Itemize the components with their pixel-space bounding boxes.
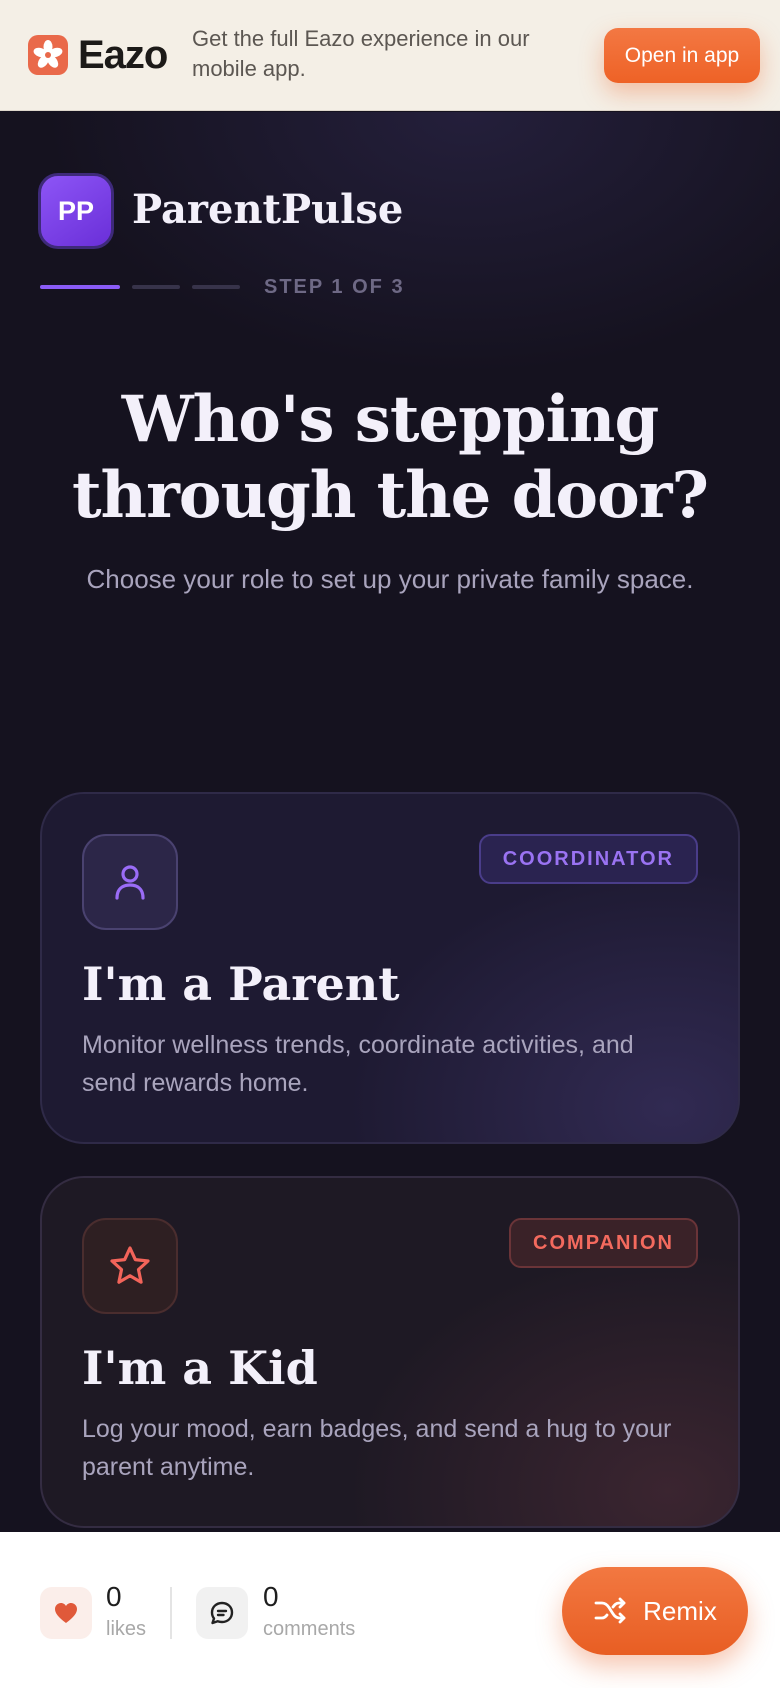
- app-logo-badge: PP: [38, 173, 114, 249]
- remix-button[interactable]: Remix: [562, 1567, 748, 1655]
- comments-label: comments: [263, 1618, 356, 1640]
- remix-label: Remix: [643, 1595, 717, 1626]
- comments-count: 0: [263, 1581, 279, 1612]
- user-icon: [82, 834, 178, 930]
- role-description: Log your mood, earn badges, and send a h…: [82, 1415, 672, 1481]
- role-tag: COORDINATOR: [478, 834, 698, 884]
- open-in-app-button[interactable]: Open in app: [604, 28, 760, 83]
- step-label: STEP 1 OF 3: [264, 276, 405, 298]
- role-card-kid[interactable]: COMPANION I'm a Kid Log your mood, earn …: [40, 1176, 740, 1528]
- star-icon: [82, 1218, 178, 1314]
- onboarding-screen: PP ParentPulse STEP 1 OF 3 Who's steppin…: [0, 112, 780, 1532]
- role-tag: COMPANION: [509, 1218, 698, 1268]
- shuffle-icon: [594, 1597, 626, 1624]
- page-title: Who's stepping through the door?: [71, 382, 709, 533]
- role-title: I'm a Parent: [82, 957, 400, 1011]
- eazo-wordmark: Eazo: [78, 33, 168, 77]
- page-subtitle: Choose your role to set up your private …: [86, 564, 694, 594]
- banner-message: Get the full Eazo experience in our mobi…: [192, 26, 530, 81]
- comment-icon[interactable]: [196, 1587, 248, 1639]
- app-promo-banner: Eazo Get the full Eazo experience in our…: [0, 0, 780, 111]
- engagement-bar: 0 likes 0 comments Remix: [0, 1532, 780, 1688]
- likes-label: likes: [106, 1618, 147, 1640]
- role-description: Monitor wellness trends, coordinate acti…: [82, 1031, 634, 1097]
- step-indicator-3: [192, 285, 240, 289]
- heart-icon[interactable]: [40, 1587, 92, 1639]
- role-card-parent[interactable]: COORDINATOR I'm a Parent Monitor wellnes…: [40, 792, 740, 1144]
- likes-count: 0: [106, 1581, 122, 1612]
- divider: [170, 1587, 172, 1639]
- step-indicator-2: [132, 285, 180, 289]
- step-indicator-1-active: [40, 285, 120, 289]
- eazo-asterisk-icon: [28, 35, 68, 75]
- app-name: ParentPulse: [132, 186, 404, 233]
- role-title: I'm a Kid: [82, 1341, 318, 1395]
